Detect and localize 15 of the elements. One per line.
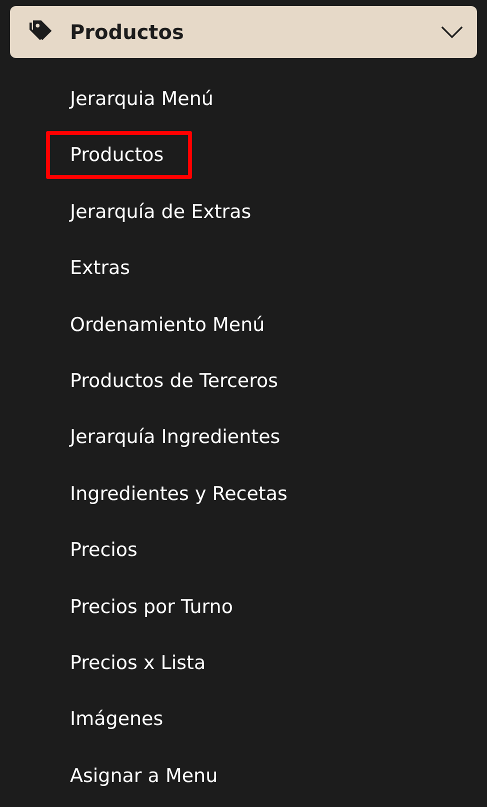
menu-item[interactable]: Ingredientes y Recetas [46,470,316,518]
menu-item[interactable]: Productos [46,131,192,180]
menu-item[interactable]: Precios por Turno [46,582,261,631]
menu-item[interactable]: Extras [46,244,158,292]
menu-header[interactable]: Productos [10,6,477,58]
menu-item[interactable]: Imágenes [46,695,192,744]
menu-item[interactable]: Precios [46,526,166,574]
menu-item[interactable]: Asignar a Menu [46,752,246,800]
menu-item[interactable]: Jerarquia Menú [46,75,242,123]
chevron-icon [441,26,463,38]
menu-item[interactable]: Jerarquía de Extras [46,188,280,236]
menu-item[interactable]: Ordenamiento Menú [46,300,293,349]
menu-item[interactable]: Jerarquía Ingredientes [46,413,308,462]
menu-item[interactable]: Productos de Terceros [46,356,306,405]
menu-item[interactable]: Precios x Lista [46,638,234,687]
